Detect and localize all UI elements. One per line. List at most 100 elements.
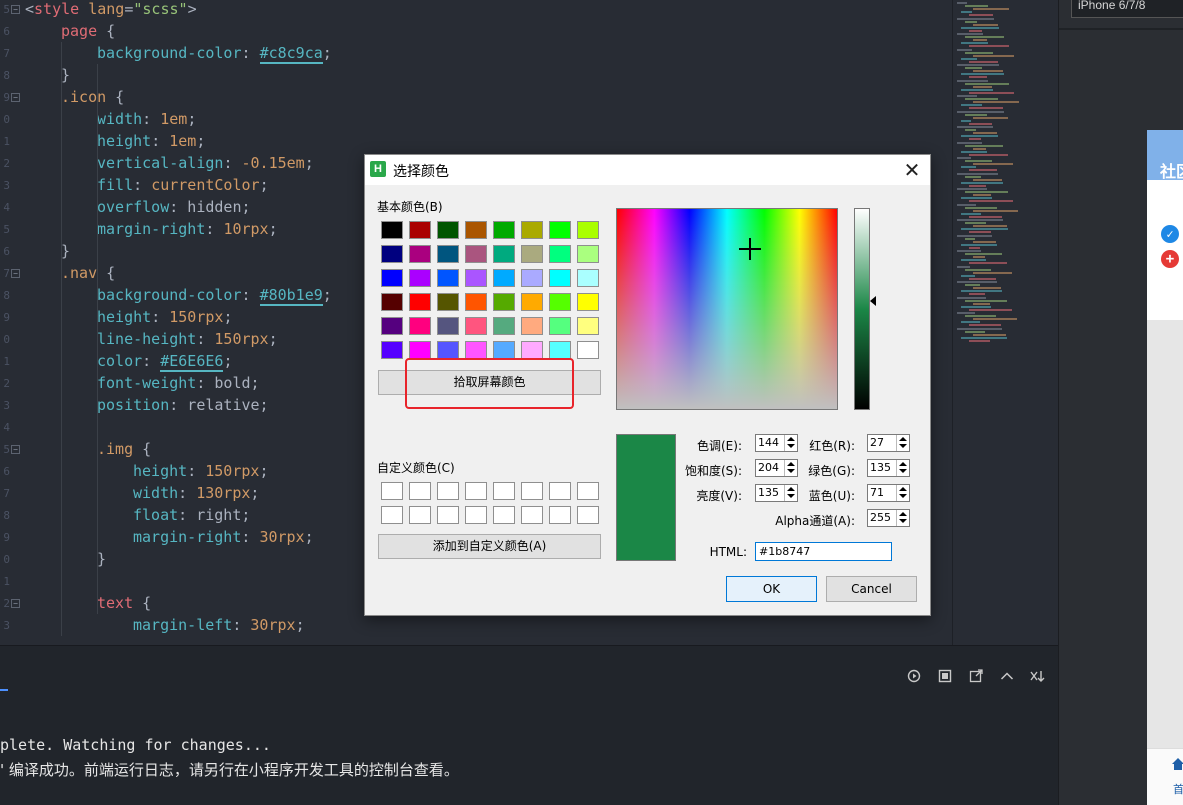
custom-color-swatch[interactable] — [549, 482, 571, 500]
basic-color-swatch[interactable] — [577, 341, 599, 359]
basic-color-swatch[interactable] — [549, 341, 571, 359]
restart-icon[interactable] — [906, 668, 922, 684]
luminance-slider[interactable] — [854, 208, 870, 410]
code-line[interactable]: .img { — [97, 438, 151, 460]
basic-color-swatch[interactable] — [577, 269, 599, 287]
basic-color-swatch[interactable] — [493, 269, 515, 287]
basic-color-swatch[interactable] — [577, 317, 599, 335]
color-spectrum[interactable] — [616, 208, 838, 410]
fold-toggle-icon[interactable]: − — [11, 445, 20, 454]
basic-color-swatch[interactable] — [409, 293, 431, 311]
code-line[interactable]: line-height: 150rpx; — [97, 328, 278, 350]
custom-color-swatch[interactable] — [577, 506, 599, 524]
custom-color-swatch[interactable] — [521, 506, 543, 524]
basic-color-swatch[interactable] — [549, 317, 571, 335]
fold-toggle-icon[interactable]: − — [11, 599, 20, 608]
green-spinbox[interactable]: 135 — [867, 459, 910, 477]
custom-color-swatch[interactable] — [465, 506, 487, 524]
luminance-arrow-icon[interactable] — [870, 296, 876, 306]
basic-color-swatch[interactable] — [549, 221, 571, 239]
basic-color-swatch[interactable] — [577, 245, 599, 263]
code-line[interactable]: .icon { — [61, 86, 124, 108]
code-line[interactable]: overflow: hidden; — [97, 196, 251, 218]
basic-color-swatch[interactable] — [549, 269, 571, 287]
basic-color-swatch[interactable] — [437, 221, 459, 239]
code-line[interactable]: background-color: #c8c9ca; — [97, 42, 332, 64]
basic-color-swatch[interactable] — [521, 317, 543, 335]
code-line[interactable]: position: relative; — [97, 394, 269, 416]
brightness-spinbox[interactable]: 135 — [755, 484, 798, 502]
basic-color-swatch[interactable] — [381, 293, 403, 311]
custom-color-swatch[interactable] — [521, 482, 543, 500]
custom-color-swatch[interactable] — [437, 506, 459, 524]
open-external-icon[interactable] — [968, 668, 984, 684]
basic-color-swatch[interactable] — [437, 317, 459, 335]
code-line[interactable]: <style lang="scss"> — [25, 0, 197, 20]
custom-color-swatch[interactable] — [409, 482, 431, 500]
code-line[interactable]: color: #E6E6E6; — [97, 350, 232, 372]
basic-color-swatch[interactable] — [381, 221, 403, 239]
minimap[interactable] — [952, 0, 1058, 645]
code-line[interactable]: page { — [61, 20, 115, 42]
basic-color-swatch[interactable] — [521, 245, 543, 263]
basic-color-swatch[interactable] — [409, 221, 431, 239]
basic-color-swatch[interactable] — [493, 245, 515, 263]
red-spinbox[interactable]: 27 — [867, 434, 910, 452]
code-line[interactable]: background-color: #80b1e9; — [97, 284, 332, 306]
blue-spinbox[interactable]: 71 — [867, 484, 910, 502]
basic-color-swatch[interactable] — [465, 341, 487, 359]
custom-color-swatch[interactable] — [409, 506, 431, 524]
basic-color-swatch[interactable] — [549, 245, 571, 263]
basic-color-swatch[interactable] — [381, 317, 403, 335]
code-line[interactable]: margin-left: 30rpx; — [133, 614, 305, 636]
custom-color-swatch[interactable] — [493, 506, 515, 524]
basic-color-swatch[interactable] — [381, 245, 403, 263]
custom-color-swatch[interactable] — [465, 482, 487, 500]
code-line[interactable]: fill: currentColor; — [97, 174, 269, 196]
basic-color-swatch[interactable] — [493, 341, 515, 359]
code-line[interactable]: height: 150rpx; — [133, 460, 268, 482]
basic-color-swatch[interactable] — [409, 341, 431, 359]
basic-color-swatch[interactable] — [465, 245, 487, 263]
basic-color-swatch[interactable] — [521, 341, 543, 359]
code-line[interactable]: } — [61, 64, 70, 86]
basic-color-swatch[interactable] — [381, 269, 403, 287]
hue-spinbox[interactable]: 144 — [755, 434, 798, 452]
basic-color-swatch[interactable] — [577, 293, 599, 311]
cancel-button[interactable]: Cancel — [826, 576, 917, 602]
close-icon[interactable]: ✕ — [900, 158, 924, 182]
code-line[interactable]: } — [61, 240, 70, 262]
basic-color-swatch[interactable] — [381, 341, 403, 359]
spin-arrows-icon[interactable] — [896, 435, 909, 451]
alpha-spinbox[interactable]: 255 — [867, 509, 910, 527]
basic-color-swatch[interactable] — [437, 269, 459, 287]
custom-color-swatch[interactable] — [381, 482, 403, 500]
add-custom-color-button[interactable]: 添加到自定义颜色(A) — [378, 534, 601, 559]
code-line[interactable]: height: 1em; — [97, 130, 205, 152]
basic-color-swatch[interactable] — [493, 317, 515, 335]
code-line[interactable]: vertical-align: -0.15em; — [97, 152, 314, 174]
basic-color-swatch[interactable] — [521, 293, 543, 311]
clear-icon[interactable] — [1030, 668, 1046, 684]
code-line[interactable]: float: right; — [133, 504, 250, 526]
spin-arrows-icon[interactable] — [896, 510, 909, 526]
basic-color-swatch[interactable] — [437, 245, 459, 263]
code-line[interactable]: height: 150rpx; — [97, 306, 232, 328]
basic-color-swatch[interactable] — [549, 293, 571, 311]
code-line[interactable]: font-weight: bold; — [97, 372, 260, 394]
basic-color-swatch[interactable] — [577, 221, 599, 239]
code-line[interactable]: text { — [97, 592, 151, 614]
phone-preview[interactable]: 社区 ✓ + 首 — [1147, 130, 1183, 805]
custom-color-swatch[interactable] — [493, 482, 515, 500]
basic-color-swatch[interactable] — [465, 293, 487, 311]
basic-color-swatch[interactable] — [409, 245, 431, 263]
basic-color-swatch[interactable] — [493, 221, 515, 239]
device-select[interactable]: iPhone 6/7/8 — [1071, 0, 1183, 18]
basic-color-swatch[interactable] — [409, 269, 431, 287]
code-line[interactable]: width: 1em; — [97, 108, 196, 130]
saturation-spinbox[interactable]: 204 — [755, 459, 798, 477]
stop-icon[interactable] — [937, 668, 953, 684]
code-line[interactable]: } — [97, 548, 106, 570]
basic-color-swatch[interactable] — [521, 269, 543, 287]
basic-color-swatch[interactable] — [465, 317, 487, 335]
